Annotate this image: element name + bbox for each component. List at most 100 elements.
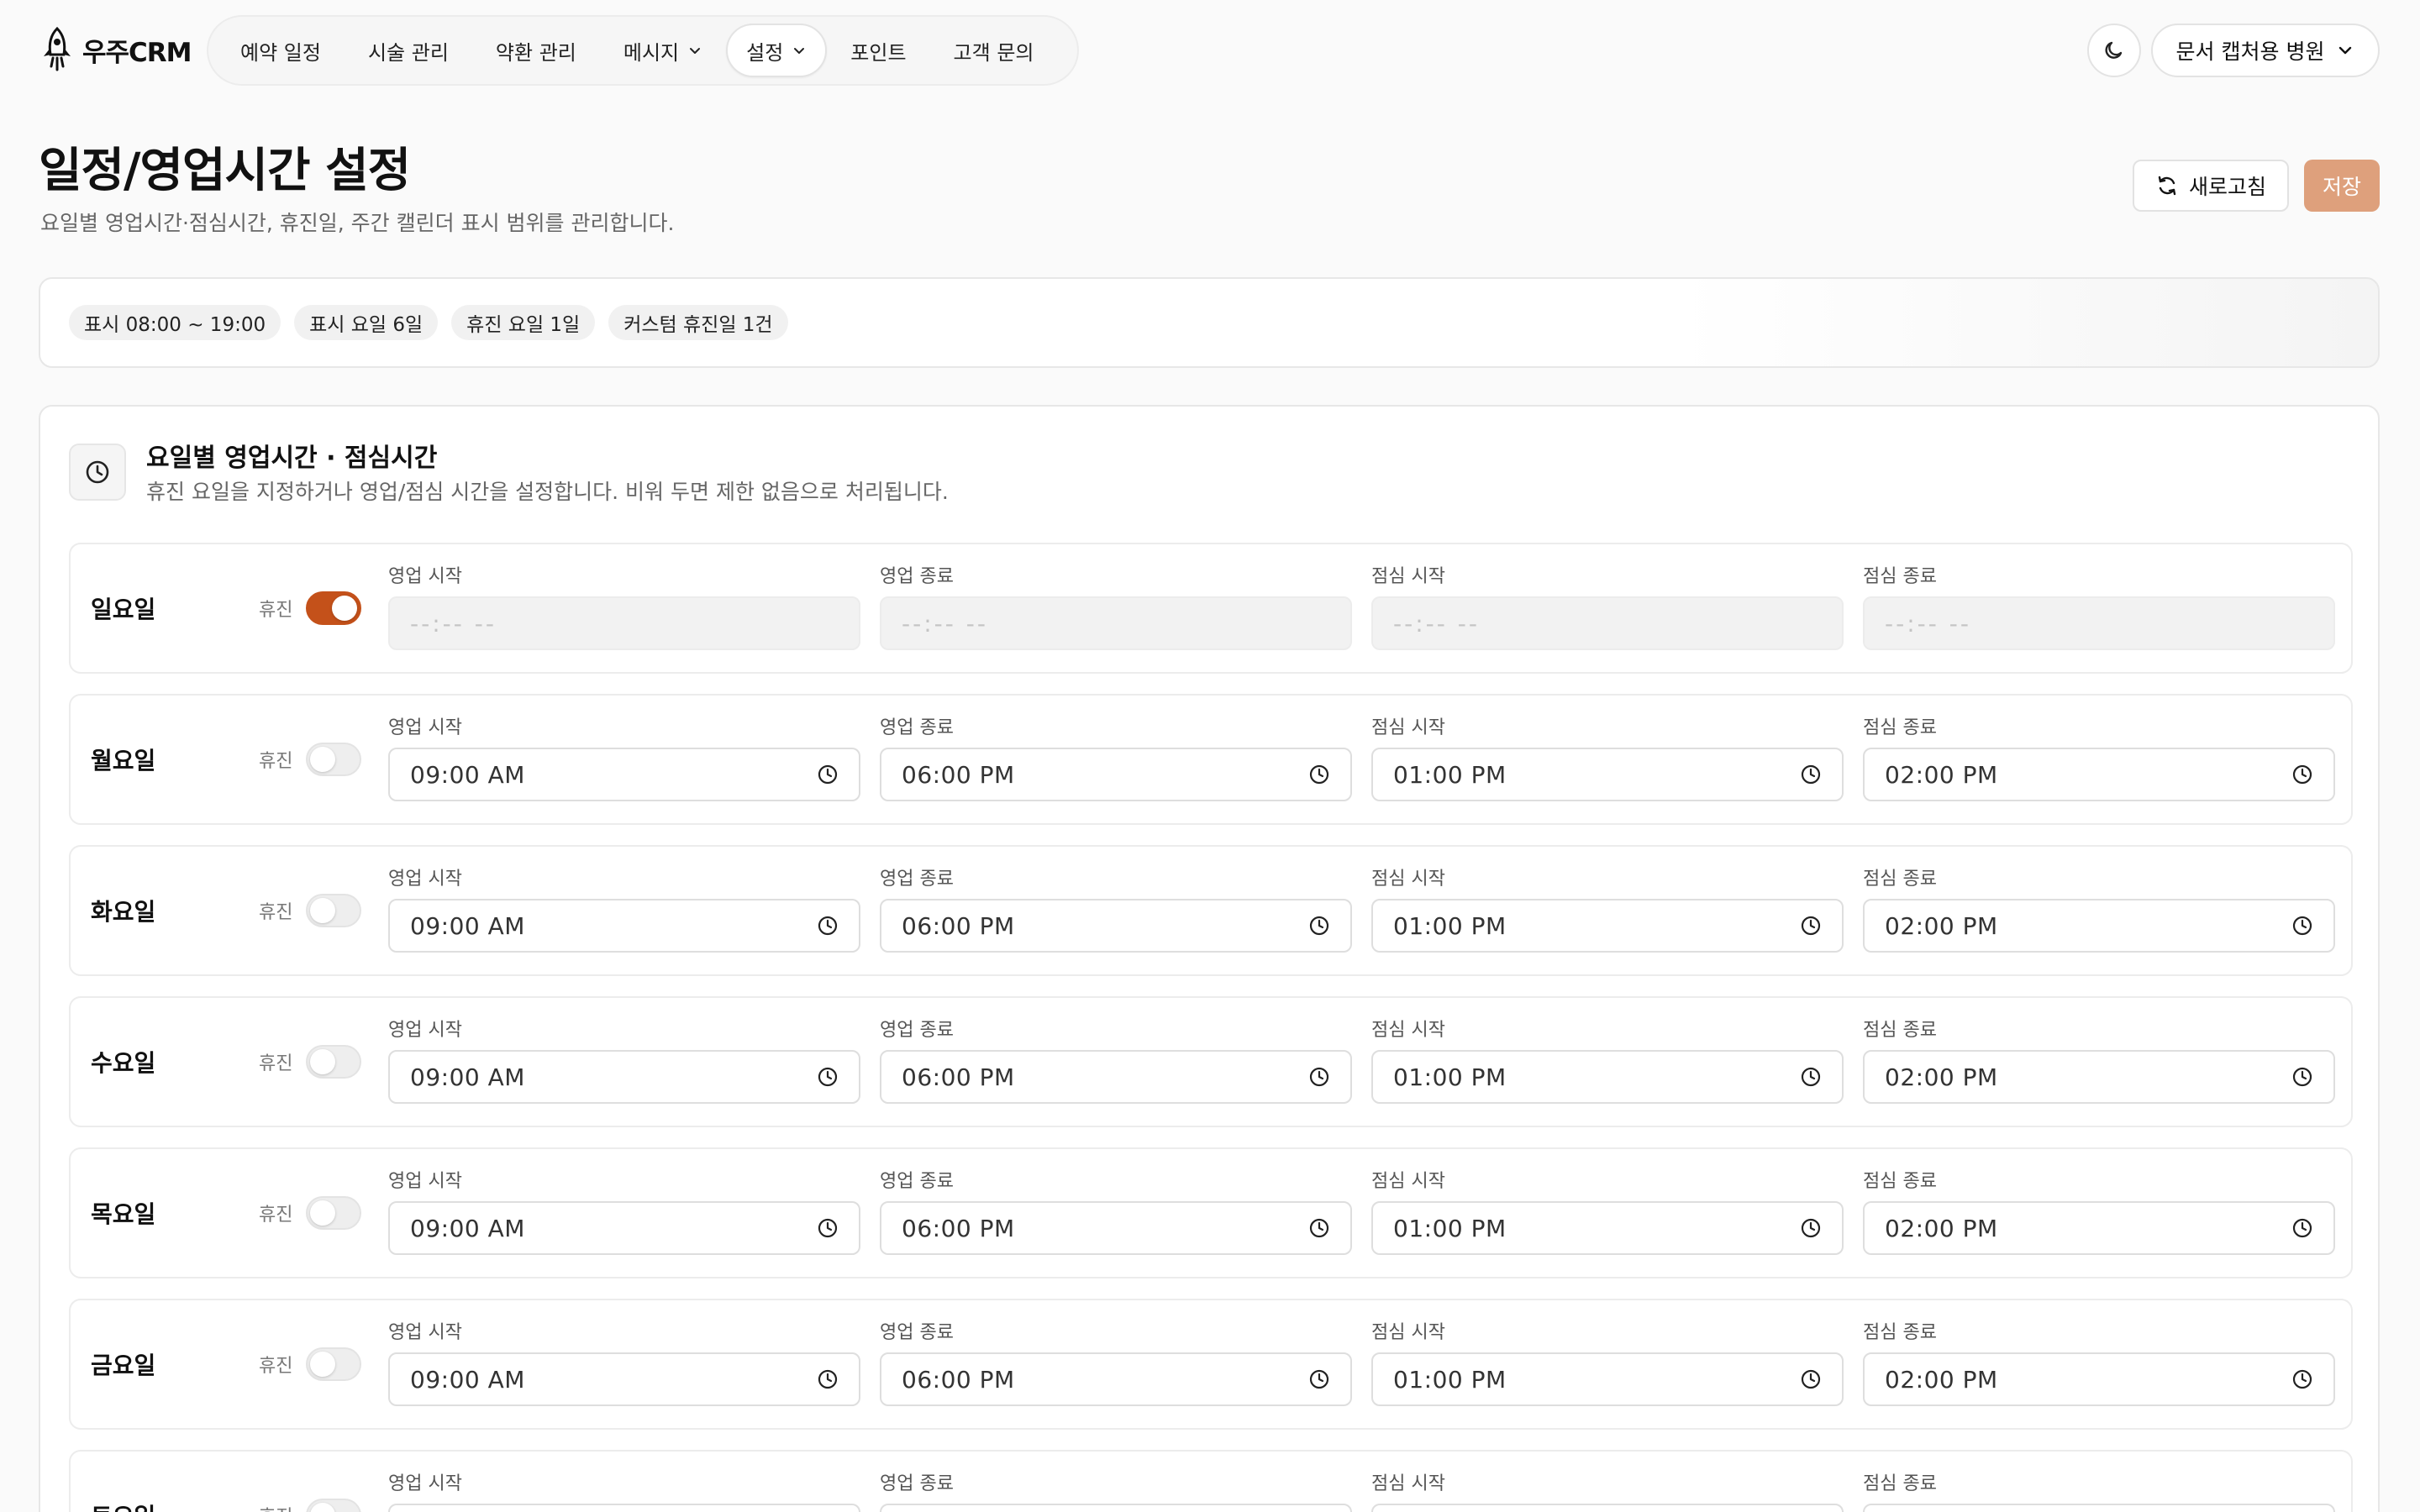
field-label: 점심 종료	[1863, 1171, 1937, 1192]
closed-toggle[interactable]	[306, 1499, 361, 1512]
time-value: 02:00 PM	[1885, 1365, 1998, 1394]
day-name: 월요일	[91, 747, 156, 774]
clock-icon[interactable]	[1800, 1066, 1822, 1088]
hospital-selector[interactable]: 문서 캡처용 병원	[2151, 24, 2380, 77]
time-input[interactable]: 01:00 PM	[1371, 899, 1844, 953]
logo[interactable]: 우주CRM	[39, 25, 192, 74]
time-value: 02:00 PM	[1885, 1214, 1998, 1242]
clock-icon[interactable]	[1800, 915, 1822, 937]
time-field: 점심 시작 01:00 PM	[1371, 1018, 1844, 1104]
clock-icon[interactable]	[1308, 915, 1330, 937]
nav-item-settings[interactable]: 설정	[726, 24, 828, 77]
time-field: 영업 종료 --:-- --	[880, 1472, 1352, 1512]
time-input[interactable]: 06:00 PM	[880, 748, 1352, 801]
time-value: 06:00 PM	[902, 911, 1015, 940]
clock-icon[interactable]	[817, 1217, 839, 1239]
clock-icon[interactable]	[2291, 1066, 2313, 1088]
nav-item-prescriptions[interactable]: 약환 관리	[472, 24, 600, 77]
time-value: 02:00 PM	[1885, 1063, 1998, 1091]
field-label: 영업 시작	[388, 1322, 462, 1343]
clock-icon[interactable]	[817, 915, 839, 937]
day-name: 수요일	[91, 1049, 156, 1077]
time-field: 영업 시작 --:-- --	[388, 564, 860, 650]
clock-icon[interactable]	[1308, 764, 1330, 785]
rocket-icon	[39, 26, 76, 73]
clock-icon[interactable]	[2291, 1368, 2313, 1390]
clock-icon[interactable]	[817, 1368, 839, 1390]
time-input[interactable]: 01:00 PM	[1371, 1352, 1844, 1406]
time-field: 점심 종료 02:00 PM	[1863, 867, 2335, 953]
day-name: 토요일	[91, 1499, 155, 1512]
clock-icon[interactable]	[817, 764, 839, 785]
time-input[interactable]: 06:00 PM	[880, 1352, 1352, 1406]
refresh-button[interactable]: 새로고침	[2133, 160, 2289, 212]
toggle-knob	[310, 1352, 335, 1377]
field-label: 영업 시작	[388, 717, 462, 738]
field-label: 점심 종료	[1863, 869, 1937, 890]
chevron-down-icon	[792, 43, 807, 58]
time-input[interactable]: --:-- --	[1371, 1504, 1844, 1512]
time-input[interactable]: 02:00 PM	[1863, 899, 2335, 953]
closed-toggle[interactable]	[306, 894, 361, 927]
clock-icon[interactable]	[817, 1066, 839, 1088]
time-field: 점심 시작 01:00 PM	[1371, 716, 1844, 801]
time-input[interactable]: 09:00 AM	[388, 1201, 860, 1255]
nav-item-treatments[interactable]: 시술 관리	[345, 24, 472, 77]
time-input[interactable]: --:-- --	[388, 1504, 860, 1512]
clock-icon[interactable]	[1308, 1217, 1330, 1239]
time-input[interactable]: 09:00 AM	[388, 1352, 860, 1406]
time-input[interactable]: --:-- --	[880, 1504, 1352, 1512]
clock-icon[interactable]	[1308, 1066, 1330, 1088]
refresh-label: 새로고침	[2188, 175, 2266, 199]
clock-icon[interactable]	[1800, 764, 1822, 785]
field-label: 영업 종료	[880, 1322, 954, 1343]
clock-icon[interactable]	[2291, 915, 2313, 937]
time-input[interactable]: 02:00 PM	[1863, 1050, 2335, 1104]
time-input[interactable]: 09:00 AM	[388, 1050, 860, 1104]
field-label: 영업 종료	[880, 1171, 954, 1192]
nav-item-reservations[interactable]: 예약 일정	[217, 24, 345, 77]
time-input[interactable]: 06:00 PM	[880, 1201, 1352, 1255]
day-name: 목요일	[91, 1200, 156, 1228]
time-field: 영업 종료 06:00 PM	[880, 1018, 1352, 1104]
nav-label: 약환 관리	[495, 40, 576, 65]
time-input[interactable]: --:-- --	[1863, 1504, 2335, 1512]
time-input[interactable]: 09:00 AM	[388, 899, 860, 953]
closed-toggle[interactable]	[306, 1347, 361, 1381]
time-input[interactable]: 06:00 PM	[880, 1050, 1352, 1104]
time-placeholder: --:-- --	[902, 609, 988, 638]
time-input[interactable]: 09:00 AM	[388, 748, 860, 801]
clock-icon[interactable]	[2291, 764, 2313, 785]
theme-toggle-button[interactable]	[2087, 24, 2141, 77]
clock-icon[interactable]	[2291, 1217, 2313, 1239]
toggle-knob	[310, 898, 335, 923]
field-label: 점심 시작	[1371, 1171, 1445, 1192]
clock-icon[interactable]	[1308, 1368, 1330, 1390]
closed-toggle[interactable]	[306, 591, 361, 625]
time-input[interactable]: 01:00 PM	[1371, 1201, 1844, 1255]
time-value: 06:00 PM	[902, 1214, 1015, 1242]
closed-toggle[interactable]	[306, 743, 361, 776]
time-value: 02:00 PM	[1885, 911, 1998, 940]
field-label: 점심 시작	[1371, 1473, 1445, 1494]
closed-toggle[interactable]	[306, 1045, 361, 1079]
save-button[interactable]: 저장	[2304, 160, 2380, 212]
clock-icon[interactable]	[1800, 1217, 1822, 1239]
nav-item-customer-inquiry[interactable]: 고객 문의	[930, 24, 1058, 77]
time-input[interactable]: 02:00 PM	[1863, 1201, 2335, 1255]
main-nav: 예약 일정 시술 관리 약환 관리 메시지 설정 포인트 고객 문의	[207, 15, 1079, 86]
clock-icon[interactable]	[1800, 1368, 1822, 1390]
day-row: 월요일 휴진 영업 시작 09:00 AM 영업 종료 06:00 PM 점심 시작 01:0…	[69, 694, 2353, 825]
closed-toggle[interactable]	[306, 1196, 361, 1230]
nav-item-points[interactable]: 포인트	[827, 24, 929, 77]
nav-label: 설정	[746, 40, 784, 65]
time-input[interactable]: 02:00 PM	[1863, 748, 2335, 801]
time-value: 09:00 AM	[410, 760, 525, 789]
time-input[interactable]: 01:00 PM	[1371, 1050, 1844, 1104]
time-input[interactable]: 06:00 PM	[880, 899, 1352, 953]
day-row: 화요일 휴진 영업 시작 09:00 AM 영업 종료 06:00 PM 점심 시작 01:0…	[69, 845, 2353, 976]
time-input[interactable]: 02:00 PM	[1863, 1352, 2335, 1406]
time-input[interactable]: 01:00 PM	[1371, 748, 1844, 801]
nav-item-messages[interactable]: 메시지	[600, 24, 726, 77]
time-field: 영업 시작 --:-- --	[388, 1472, 860, 1512]
